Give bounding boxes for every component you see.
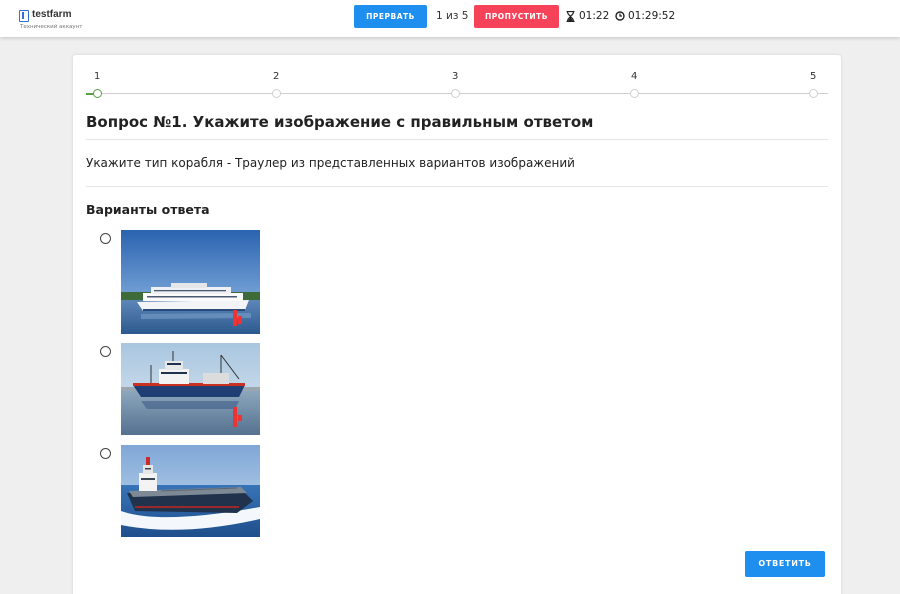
divider — [86, 186, 828, 187]
abort-button[interactable]: ПРЕРВАТЬ — [354, 5, 427, 28]
submit-answer-button[interactable]: ОТВЕТИТЬ — [745, 551, 825, 577]
answer-image-2[interactable] — [121, 343, 260, 435]
answer-image-3[interactable] — [121, 445, 260, 537]
question-title: Вопрос №1. Укажите изображение с правиль… — [86, 113, 594, 131]
total-timer-value: 01:29:52 — [628, 10, 676, 22]
answer-radio-1[interactable] — [100, 233, 111, 244]
step-dot-2[interactable] — [272, 89, 281, 98]
logo-subtitle: Технический аккаунт — [20, 24, 83, 30]
question-counter: 1 из 5 — [436, 10, 469, 22]
step-label-2: 2 — [273, 71, 280, 82]
step-dot-4[interactable] — [630, 89, 639, 98]
step-dot-1[interactable] — [93, 89, 102, 98]
answer-radio-3[interactable] — [100, 448, 111, 459]
question-text: Укажите тип корабля - Траулер из предста… — [86, 156, 575, 170]
step-label-5: 5 — [810, 71, 817, 82]
step-label-4: 4 — [631, 71, 638, 82]
logo-icon — [19, 10, 29, 22]
step-label-3: 3 — [452, 71, 459, 82]
divider — [86, 139, 828, 140]
top-bar: testfarm Технический аккаунт ПРЕРВАТЬ 1 … — [0, 0, 900, 37]
total-timer: 01:29:52 — [615, 10, 685, 24]
answer-radio-2[interactable] — [100, 346, 111, 357]
clock-icon — [615, 11, 625, 21]
answers-heading: Варианты ответа — [86, 202, 210, 217]
step-dot-3[interactable] — [451, 89, 460, 98]
step-label-1: 1 — [94, 71, 101, 82]
question-timer-value: 01:22 — [579, 10, 610, 22]
question-timer: 01:22 — [566, 10, 616, 24]
answer-image-1[interactable] — [121, 230, 260, 334]
step-dot-5[interactable] — [809, 89, 818, 98]
hourglass-icon — [566, 11, 575, 22]
logo-text: testfarm — [32, 9, 72, 20]
skip-button[interactable]: ПРОПУСТИТЬ — [474, 5, 559, 28]
